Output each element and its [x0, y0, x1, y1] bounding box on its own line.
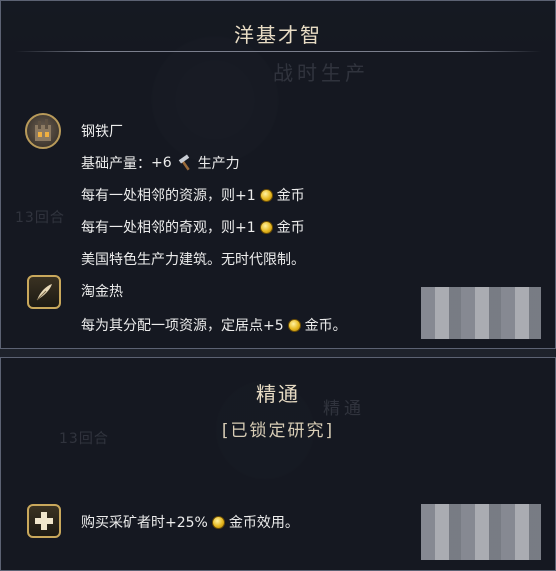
gold-coin-icon	[287, 318, 301, 332]
mastery-bonus-text: 购买采矿者时+25%	[81, 515, 208, 531]
title-divider	[15, 51, 541, 52]
panel-title: 洋基才智	[234, 23, 322, 47]
adjacent-resource-line: 每有一处相邻的资源，则+1 金币	[81, 185, 305, 205]
gold-coin-icon	[259, 188, 273, 202]
locked-research-label: [已锁定研究]	[221, 421, 335, 441]
unique-building-note: 美国特色生产力建筑。无时代限制。	[81, 252, 305, 268]
gold-label: 金币	[276, 188, 305, 204]
gold-label: 金币效用。	[228, 515, 299, 531]
panel-title: 精通	[256, 382, 300, 406]
feather-quill-icon	[27, 275, 61, 309]
pixelated-region	[421, 504, 541, 560]
base-yield-value: +6	[151, 155, 172, 171]
plus-icon	[27, 504, 61, 538]
steel-mill-icon	[25, 113, 61, 149]
adjacent-resource-text: 每有一处相邻的资源，则+1	[81, 188, 256, 204]
gold-coin-icon	[259, 220, 273, 234]
adjacent-wonder-line: 每有一处相邻的奇观，则+1 金币	[81, 217, 305, 237]
policy-name: 淘金热	[81, 284, 123, 300]
gold-label: 金币	[276, 220, 305, 236]
mastery-bonus-line: 购买采矿者时+25% 金币效用。	[81, 512, 299, 532]
base-yield-line: 基础产量： +6 生产力	[81, 153, 240, 173]
tooltip-panel-mastery: 精通 13回合 精通 [已锁定研究] 购买采矿者时+25% 金币效用。	[0, 357, 556, 571]
ghost-turns: 13回合	[15, 210, 65, 226]
policy-description: 每为其分配一项资源，定居点+5 金币。	[81, 315, 347, 335]
pixelated-region	[421, 287, 541, 339]
ghost-label: 战时生产	[273, 61, 369, 85]
policy-desc-text: 每为其分配一项资源，定居点+5	[81, 318, 284, 334]
building-name: 钢铁厂	[81, 124, 123, 140]
tooltip-panel-yankee-ingenuity: 战时生产 13回合 洋基才智 钢铁厂 基础产量： +6 生产力 每有一处相邻的资…	[0, 0, 556, 349]
base-yield-label: 基础产量：	[81, 156, 151, 172]
gold-label: 金币。	[304, 318, 347, 334]
gold-coin-icon	[211, 515, 225, 529]
adjacent-wonder-text: 每有一处相邻的奇观，则+1	[81, 220, 256, 236]
hammer-icon	[176, 154, 194, 172]
base-yield-unit: 生产力	[197, 156, 240, 172]
